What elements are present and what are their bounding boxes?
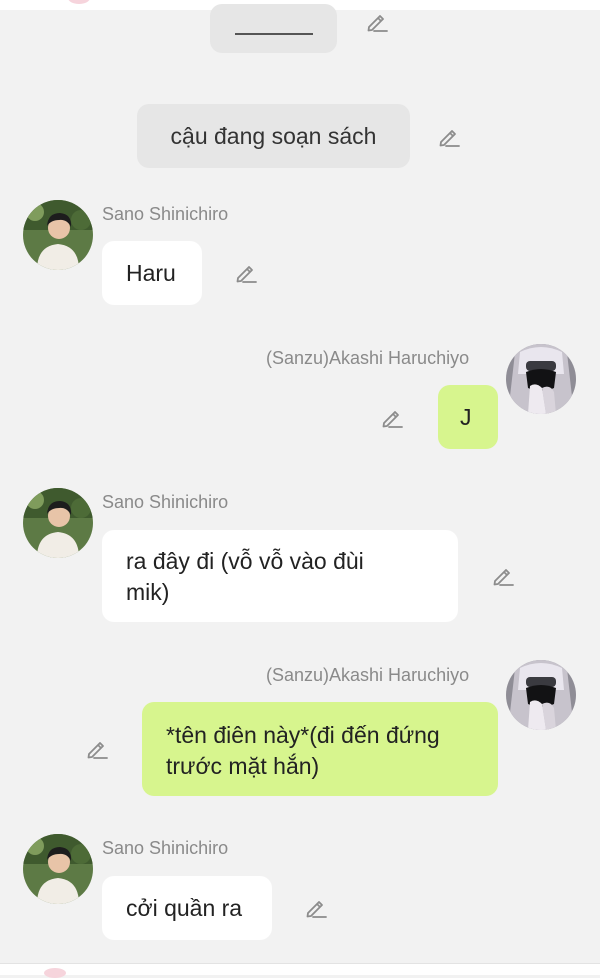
- message-bubble[interactable]: J: [438, 385, 498, 449]
- top-bar-indicator: [68, 0, 90, 4]
- pencil-edit-icon[interactable]: [436, 124, 462, 150]
- message-bubble[interactable]: *tên điên này*(đi đến đứng trước mặt hắn…: [142, 702, 498, 796]
- message-text-line: trước mặt hắn): [166, 753, 320, 779]
- pencil-edit-icon[interactable]: [379, 405, 405, 431]
- message-text: cởi quần ra: [126, 895, 243, 921]
- bottom-bar: [0, 963, 600, 978]
- message-text-line: mik): [126, 579, 170, 605]
- message-text-line: ra đây đi (vỗ vỗ vào đùi: [126, 548, 364, 574]
- pencil-edit-icon[interactable]: [303, 895, 329, 921]
- sender-name: Sano Shinichiro: [102, 838, 229, 858]
- message-bubble[interactable]: cởi quần ra: [102, 876, 272, 940]
- narration-text: cậu đang soạn sách: [170, 122, 377, 149]
- pencil-edit-icon[interactable]: [490, 563, 516, 589]
- sender-name: (Sanzu)Akashi Haruchiyo: [266, 348, 470, 368]
- message-text: Haru: [126, 260, 176, 286]
- narration-bubble: cậu đang soạn sách: [137, 104, 410, 168]
- message-bubble[interactable]: Haru: [102, 241, 202, 305]
- message-text: J: [460, 404, 472, 430]
- pencil-edit-icon[interactable]: [84, 736, 110, 762]
- sender-name: (Sanzu)Akashi Haruchiyo: [266, 665, 470, 685]
- pencil-edit-icon[interactable]: [364, 9, 390, 35]
- pencil-edit-icon[interactable]: [233, 260, 259, 286]
- narration-bubble: [210, 4, 337, 53]
- avatar-sano-shinichiro[interactable]: [23, 488, 93, 558]
- avatar-akashi-haruchiyo[interactable]: [506, 344, 576, 414]
- avatar-akashi-haruchiyo[interactable]: [506, 660, 576, 730]
- avatar-sano-shinichiro[interactable]: [23, 834, 93, 904]
- sender-name: Sano Shinichiro: [102, 492, 229, 512]
- sender-name: Sano Shinichiro: [102, 204, 229, 224]
- message-text-line: *tên điên này*(đi đến đứng: [166, 722, 440, 748]
- avatar-sano-shinichiro[interactable]: [23, 200, 93, 270]
- bottom-bar-indicator: [44, 968, 66, 978]
- message-bubble[interactable]: ra đây đi (vỗ vỗ vào đùi mik): [102, 530, 458, 622]
- narration-blank-line: [234, 32, 313, 35]
